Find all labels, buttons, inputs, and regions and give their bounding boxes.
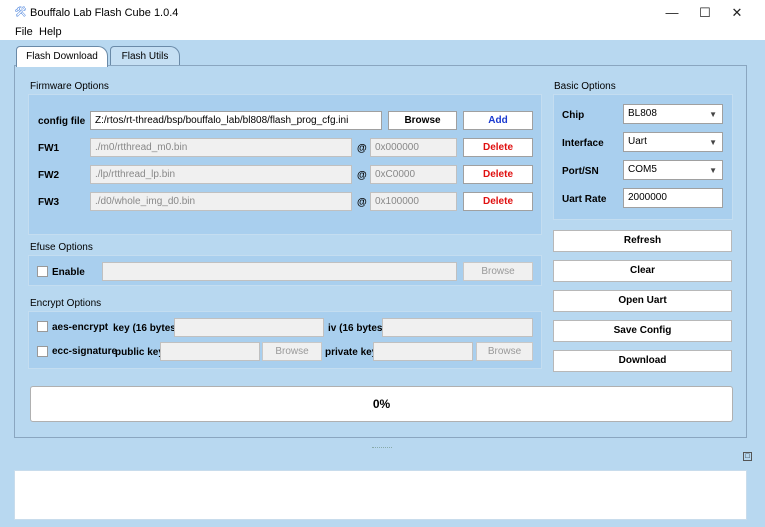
- fw2-at-symbol: @: [357, 170, 367, 181]
- config-file-label: config file: [38, 116, 86, 127]
- config-file-input[interactable]: Z:/rtos/rt-thread/bsp/bouffalo_lab/bl808…: [90, 111, 382, 130]
- aes-key-input[interactable]: [174, 318, 324, 337]
- chevron-down-icon: ▼: [709, 166, 717, 175]
- fw1-label: FW1: [38, 143, 60, 154]
- maximize-button[interactable]: ☐: [690, 3, 720, 23]
- chevron-down-icon: ▼: [709, 110, 717, 119]
- refresh-button[interactable]: Refresh: [553, 230, 732, 252]
- add-firmware-button[interactable]: Add: [463, 111, 533, 130]
- fw3-label: FW3: [38, 197, 60, 208]
- chevron-down-icon: ▼: [709, 138, 717, 147]
- efuse-file-input[interactable]: [102, 262, 457, 281]
- efuse-enable-label: Enable: [52, 267, 85, 278]
- window-title: Bouffalo Lab Flash Cube 1.0.4: [30, 7, 179, 19]
- private-key-label: private key: [325, 347, 378, 358]
- fw2-path-input[interactable]: ./lp/rtthread_lp.bin: [90, 165, 352, 184]
- efuse-options-title: Efuse Options: [30, 242, 93, 253]
- menu-help[interactable]: Help: [39, 26, 62, 38]
- port-select-value: COM5: [628, 164, 657, 175]
- aes-iv-input[interactable]: [382, 318, 533, 337]
- uart-rate-input[interactable]: 2000000: [623, 188, 723, 208]
- private-key-input[interactable]: [373, 342, 473, 361]
- efuse-enable-checkbox[interactable]: [37, 266, 48, 277]
- minimize-button[interactable]: —: [657, 3, 687, 23]
- expand-icon[interactable]: □: [743, 452, 752, 461]
- progress-text: 0%: [372, 397, 391, 411]
- clear-button[interactable]: Clear: [553, 260, 732, 282]
- fw1-delete-button[interactable]: Delete: [463, 138, 533, 157]
- splitter-handle[interactable]: [372, 447, 392, 448]
- interface-label: Interface: [562, 138, 604, 149]
- chip-label: Chip: [562, 110, 585, 121]
- public-key-browse-button[interactable]: Browse: [262, 342, 322, 361]
- aes-iv-label: iv (16 bytes): [328, 323, 386, 334]
- fw1-address-input[interactable]: 0x000000: [370, 138, 457, 157]
- firmware-options-title: Firmware Options: [30, 81, 109, 92]
- fw2-address-input[interactable]: 0xC0000: [370, 165, 457, 184]
- ecc-signature-checkbox[interactable]: [37, 346, 48, 357]
- fw3-delete-button[interactable]: Delete: [463, 192, 533, 211]
- fw3-address-input[interactable]: 0x100000: [370, 192, 457, 211]
- open-uart-button[interactable]: Open Uart: [553, 290, 732, 312]
- save-config-button[interactable]: Save Config: [553, 320, 732, 342]
- fw1-path-input[interactable]: ./m0/rtthread_m0.bin: [90, 138, 352, 157]
- tab-flash-utils[interactable]: Flash Utils: [110, 46, 180, 66]
- efuse-browse-button[interactable]: Browse: [463, 262, 533, 281]
- port-label: Port/SN: [562, 166, 599, 177]
- public-key-input[interactable]: [160, 342, 260, 361]
- private-key-browse-button[interactable]: Browse: [476, 342, 533, 361]
- chip-select-value: BL808: [628, 108, 657, 119]
- basic-options-title: Basic Options: [554, 81, 616, 92]
- fw3-path-input[interactable]: ./d0/whole_img_d0.bin: [90, 192, 352, 211]
- download-button[interactable]: Download: [553, 350, 732, 372]
- aes-key-label: key (16 bytes): [113, 323, 180, 334]
- fw2-delete-button[interactable]: Delete: [463, 165, 533, 184]
- menu-file[interactable]: File: [15, 26, 33, 38]
- log-output-area[interactable]: [14, 470, 747, 520]
- ecc-signature-label: ecc-signature: [52, 346, 118, 357]
- interface-select-value: Uart: [628, 136, 647, 147]
- fw3-at-symbol: @: [357, 197, 367, 208]
- port-select[interactable]: COM5 ▼: [623, 160, 723, 180]
- menu-bar: [0, 26, 765, 40]
- aes-encrypt-label: aes-encrypt: [52, 322, 109, 333]
- fw2-label: FW2: [38, 170, 60, 181]
- config-browse-button[interactable]: Browse: [388, 111, 457, 130]
- public-key-label: public key: [115, 347, 164, 358]
- interface-select[interactable]: Uart ▼: [623, 132, 723, 152]
- uart-rate-label: Uart Rate: [562, 194, 607, 205]
- chip-select[interactable]: BL808 ▼: [623, 104, 723, 124]
- tab-flash-download[interactable]: Flash Download: [16, 46, 108, 67]
- fw1-at-symbol: @: [357, 143, 367, 154]
- encrypt-options-title: Encrypt Options: [30, 298, 102, 309]
- aes-encrypt-checkbox[interactable]: [37, 321, 48, 332]
- app-logo-icon: 🛠: [14, 7, 27, 18]
- close-button[interactable]: ✕: [722, 3, 752, 23]
